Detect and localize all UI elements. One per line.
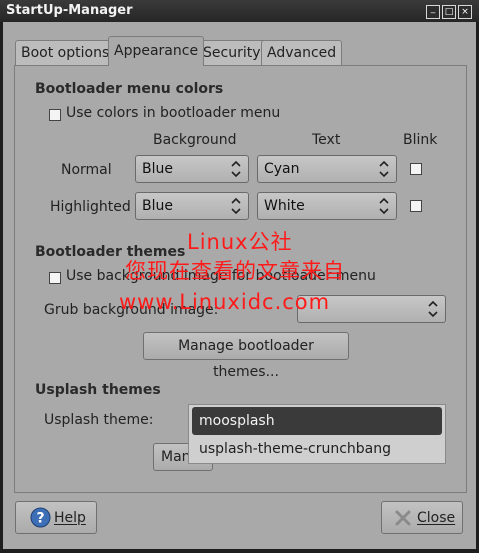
manage-bootloader-themes-button[interactable]: Manage bootloader themes... xyxy=(143,332,349,380)
help-button[interactable]: ? Help xyxy=(15,501,97,534)
normal-blink-checkbox[interactable] xyxy=(410,163,422,175)
tab-advanced[interactable]: Advanced xyxy=(261,40,343,65)
up-down-chevron-icon xyxy=(379,197,389,215)
highlighted-background-value: Blue xyxy=(142,198,173,214)
normal-text-combo[interactable]: Cyan xyxy=(257,155,397,183)
up-down-chevron-icon xyxy=(428,300,438,318)
minimize-button[interactable]: _ xyxy=(426,4,440,19)
minimize-icon: _ xyxy=(430,4,436,14)
close-button[interactable]: Close xyxy=(381,501,463,534)
close-label: Close xyxy=(417,510,456,526)
column-background: Background xyxy=(153,132,237,148)
dialog-body: Boot options Appearance Security Advance… xyxy=(3,22,476,549)
normal-background-combo[interactable]: Blue xyxy=(135,155,249,183)
highlighted-blink-checkbox[interactable] xyxy=(410,200,422,212)
up-down-chevron-icon xyxy=(379,160,389,178)
row-highlighted-label: Highlighted xyxy=(50,199,131,215)
help-circle-icon: ? xyxy=(30,507,51,528)
help-label: Help xyxy=(54,510,86,526)
tab-appearance[interactable]: Appearance xyxy=(108,36,205,66)
watermark-line-1: Linux公社 xyxy=(187,230,293,254)
column-blink: Blink xyxy=(403,132,438,148)
usplash-theme-dropdown[interactable]: moosplash usplash-theme-crunchbang xyxy=(188,404,446,464)
tab-security[interactable]: Security xyxy=(197,40,267,65)
use-colors-checkbox[interactable] xyxy=(49,109,61,121)
close-icon: × xyxy=(461,7,469,17)
watermark-line-2: 您现在查看的文章来自 xyxy=(125,259,345,283)
usplash-heading: Usplash themes xyxy=(35,382,161,398)
maximize-button[interactable]: □ xyxy=(442,5,456,19)
use-colors-label: Use colors in bootloader menu xyxy=(66,105,281,121)
up-down-chevron-icon xyxy=(231,160,241,178)
usplash-theme-label: Usplash theme: xyxy=(44,412,154,428)
window-title: StartUp-Manager xyxy=(6,3,133,18)
row-normal-label: Normal xyxy=(61,162,112,178)
highlighted-text-value: White xyxy=(264,198,305,214)
watermark-line-3: www.Linuxidc.com xyxy=(119,290,331,314)
title-bar[interactable]: StartUp-Manager _ □ × xyxy=(0,0,479,22)
column-text: Text xyxy=(312,132,341,148)
dropdown-option[interactable]: moosplash xyxy=(192,407,442,435)
normal-text-value: Cyan xyxy=(264,161,300,177)
up-down-chevron-icon xyxy=(231,197,241,215)
tab-boot-options[interactable]: Boot options xyxy=(15,40,116,65)
use-bg-image-checkbox[interactable] xyxy=(49,272,61,284)
highlighted-background-combo[interactable]: Blue xyxy=(135,192,249,220)
dropdown-option[interactable]: usplash-theme-crunchbang xyxy=(192,435,442,463)
close-x-icon xyxy=(395,510,411,526)
close-window-button[interactable]: × xyxy=(458,5,472,19)
highlighted-text-combo[interactable]: White xyxy=(257,192,397,220)
maximize-icon: □ xyxy=(444,7,454,17)
normal-background-value: Blue xyxy=(142,161,173,177)
svg-text:?: ? xyxy=(36,511,44,527)
colors-heading: Bootloader menu colors xyxy=(35,81,224,97)
